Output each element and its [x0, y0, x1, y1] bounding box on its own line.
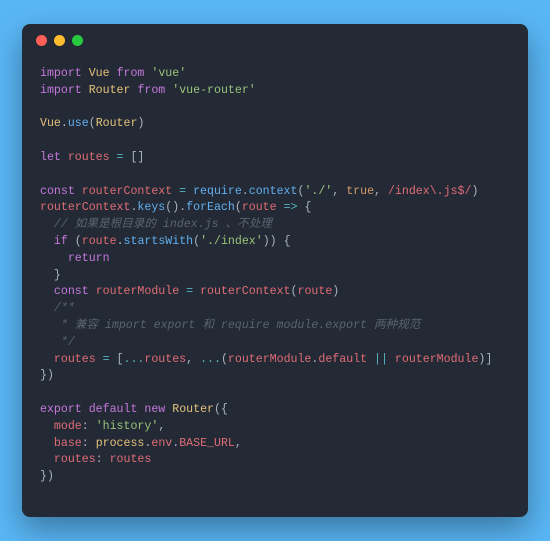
op: = — [96, 353, 117, 366]
kw: from — [117, 67, 145, 80]
kw: default — [89, 403, 138, 416]
var: route — [82, 235, 117, 248]
regex: /index\.js$/ — [388, 185, 472, 198]
string: 'vue' — [151, 67, 186, 80]
punc: ) — [332, 285, 339, 298]
var: route — [297, 285, 332, 298]
punc: )) — [263, 235, 284, 248]
var: routes — [54, 353, 96, 366]
close-icon[interactable] — [36, 35, 47, 46]
op: = — [110, 151, 131, 164]
fn: forEach — [186, 201, 235, 214]
kw: export — [40, 403, 82, 416]
punc: , — [158, 420, 165, 433]
string: 'history' — [96, 420, 159, 433]
var: routerContext — [40, 201, 130, 214]
op: => — [277, 201, 305, 214]
punc: }) — [40, 470, 54, 483]
ident: Vue — [89, 67, 110, 80]
comment: // 如果是根目录的 index.js 、不处理 — [54, 218, 272, 231]
punc: { — [284, 235, 291, 248]
prop: routes — [54, 453, 96, 466]
punc: } — [54, 269, 61, 282]
punc: (). — [165, 201, 186, 214]
ident: Router — [96, 117, 138, 130]
punc: ) — [471, 185, 478, 198]
punc: : — [82, 437, 96, 450]
var: routerModule — [228, 353, 312, 366]
comment: */ — [54, 336, 75, 349]
fn: context — [249, 185, 298, 198]
kw: const — [40, 185, 75, 198]
punc: ( — [68, 235, 82, 248]
op: || — [367, 353, 395, 366]
var: routes — [144, 353, 186, 366]
punc: , — [374, 185, 388, 198]
punc: ( — [221, 353, 228, 366]
kw: let — [40, 151, 61, 164]
ident: process — [96, 437, 145, 450]
op: = — [179, 285, 200, 298]
ident: Router — [172, 403, 214, 416]
fn: keys — [137, 201, 165, 214]
prop: base — [54, 437, 82, 450]
punc: . — [117, 235, 124, 248]
var: route — [242, 201, 277, 214]
punc: , — [332, 185, 346, 198]
kw: new — [144, 403, 165, 416]
string: 'vue-router' — [172, 84, 256, 97]
punc: [ — [117, 353, 124, 366]
var: routes — [68, 151, 110, 164]
code-window: import Vue from 'vue' import Router from… — [22, 24, 528, 517]
var: routerContext — [200, 285, 290, 298]
punc: { — [221, 403, 228, 416]
punc: . — [242, 185, 249, 198]
maximize-icon[interactable] — [72, 35, 83, 46]
punc: ( — [214, 403, 221, 416]
punc: ( — [235, 201, 242, 214]
code-block: import Vue from 'vue' import Router from… — [22, 56, 528, 506]
punc: }) — [40, 369, 54, 382]
kw: import — [40, 67, 82, 80]
ident: Vue — [40, 117, 61, 130]
fn: startsWith — [124, 235, 194, 248]
prop: env — [151, 437, 172, 450]
comment: * 兼容 import export 和 require module.expo… — [54, 319, 420, 332]
var: routes — [110, 453, 152, 466]
fn: require — [193, 185, 242, 198]
comment: /** — [54, 302, 75, 315]
string: './index' — [200, 235, 263, 248]
window-titlebar — [22, 24, 528, 56]
punc: , — [235, 437, 242, 450]
fn: use — [68, 117, 89, 130]
prop: default — [318, 353, 367, 366]
kw: if — [54, 235, 68, 248]
punc: ) — [137, 117, 144, 130]
punc: [] — [130, 151, 144, 164]
var: routerContext — [82, 185, 172, 198]
prop: BASE_URL — [179, 437, 235, 450]
punc: , — [186, 353, 200, 366]
punc: : — [82, 420, 96, 433]
string: './' — [304, 185, 332, 198]
kw: const — [54, 285, 89, 298]
punc: { — [304, 201, 311, 214]
bool: true — [346, 185, 374, 198]
op: = — [172, 185, 193, 198]
prop: mode — [54, 420, 82, 433]
kw: from — [137, 84, 165, 97]
op: ... — [200, 353, 221, 366]
kw: import — [40, 84, 82, 97]
punc: ( — [89, 117, 96, 130]
punc: : — [96, 453, 110, 466]
op: ... — [124, 353, 145, 366]
var: routerModule — [96, 285, 180, 298]
ident: Router — [89, 84, 131, 97]
minimize-icon[interactable] — [54, 35, 65, 46]
punc: . — [61, 117, 68, 130]
punc: ] — [485, 353, 492, 366]
var: routerModule — [395, 353, 479, 366]
kw: return — [68, 252, 110, 265]
